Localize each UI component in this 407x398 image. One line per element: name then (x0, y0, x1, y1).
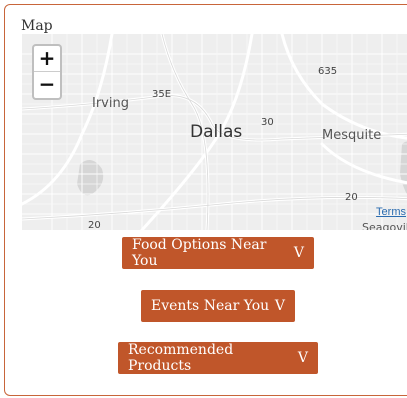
events-button[interactable]: Events Near You V (141, 290, 295, 322)
recommended-products-label: Recommended Products (128, 342, 234, 374)
map-label-irving: Irving (92, 96, 129, 111)
map-label-seagoville: Seagoville (362, 221, 407, 230)
map-view[interactable]: + − Irving 35E Dallas 30 635 Mesquite 20… (22, 34, 407, 230)
panel-title: Map (21, 18, 53, 34)
map-panel: Map + − Irving 35E Dallas 30 635 Mesquit… (4, 4, 407, 396)
map-label-mesquite: Mesquite (322, 128, 382, 143)
food-options-label: Food Options Near You (132, 237, 267, 269)
map-label-route-635: 635 (318, 66, 338, 77)
events-label: Events Near You (151, 298, 270, 314)
chevron-down-icon: V (297, 350, 308, 366)
map-label-route-20-right: 20 (345, 192, 358, 203)
food-options-button[interactable]: Food Options Near You V (122, 237, 314, 269)
chevron-down-icon: V (274, 298, 285, 314)
map-label-dallas: Dallas (190, 122, 243, 142)
terms-link[interactable]: Terms (376, 206, 406, 218)
zoom-in-button[interactable]: + (34, 46, 60, 72)
map-label-route-35e: 35E (152, 89, 172, 100)
zoom-out-button[interactable]: − (34, 72, 60, 98)
map-label-route-30: 30 (261, 117, 274, 128)
zoom-control: + − (32, 44, 62, 100)
recommended-products-button[interactable]: Recommended Products V (118, 342, 318, 374)
map-label-route-20-bottom-left: 20 (88, 220, 101, 230)
chevron-down-icon: V (293, 245, 304, 261)
